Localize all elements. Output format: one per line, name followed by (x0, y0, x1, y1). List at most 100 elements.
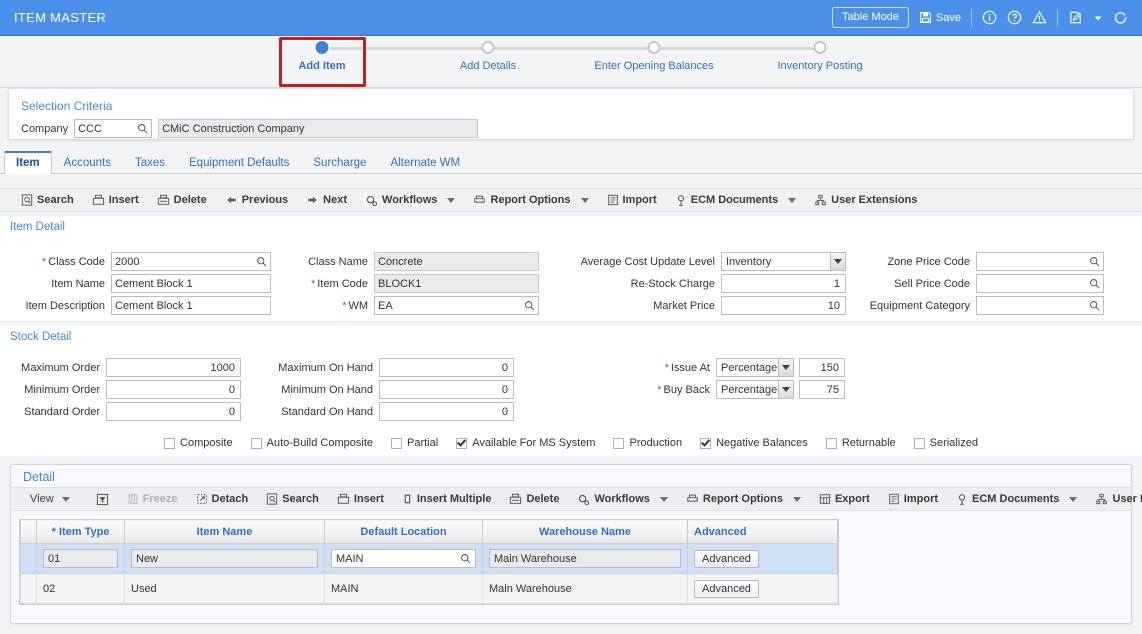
advanced-button[interactable]: Advanced (694, 579, 759, 598)
cell-item-name[interactable]: Used (124, 573, 325, 604)
checkbox-box-icon[interactable] (164, 437, 176, 449)
column-header-item-name[interactable]: Item Name (124, 519, 325, 544)
chevron-down-icon[interactable] (778, 381, 793, 398)
chevron-down-icon[interactable] (659, 496, 668, 502)
default-location-input[interactable]: MAIN (331, 549, 476, 568)
table-mode-button[interactable]: Table Mode (832, 6, 909, 29)
detail-report-options-button[interactable]: Report Options (677, 491, 810, 507)
minimum-on-hand-input[interactable]: 0 (379, 380, 514, 399)
tab-taxes[interactable]: Taxes (123, 152, 177, 174)
chevron-down-icon[interactable] (61, 496, 70, 502)
column-header-item-type[interactable]: * Item Type (36, 519, 125, 544)
cell-item-name[interactable]: New (124, 543, 325, 574)
train-step-inventory-posting[interactable]: Inventory Posting (745, 40, 895, 72)
detail-insert-multiple-button[interactable]: Insert Multiple (393, 491, 501, 507)
toolbar-previous-button[interactable]: Previous (216, 192, 297, 208)
toolbar-delete-button[interactable]: Delete (148, 192, 216, 208)
checkbox-box-checked-icon[interactable] (700, 437, 712, 449)
maximum-on-hand-input[interactable]: 0 (379, 358, 514, 377)
cell-warehouse-name[interactable]: Main Warehouse (482, 543, 688, 574)
column-header-default-location[interactable]: Default Location (324, 519, 483, 544)
item-name-input[interactable]: New (131, 549, 318, 568)
toolbar-insert-button[interactable]: Insert (83, 192, 148, 208)
chevron-down-icon[interactable] (1069, 496, 1078, 502)
edit-icon[interactable] (1068, 10, 1083, 25)
chevron-down-icon[interactable] (447, 197, 456, 203)
detail-ecm-documents-button[interactable]: ECM Documents (947, 491, 1086, 508)
toolbar-search-button[interactable]: Search (12, 192, 83, 208)
tab-accounts[interactable]: Accounts (52, 152, 123, 174)
issue-at-mode-select[interactable]: Percentage (716, 358, 794, 377)
search-icon[interactable] (1086, 256, 1100, 267)
detail-workflows-button[interactable]: Workflows (568, 491, 676, 508)
search-icon[interactable] (521, 300, 535, 311)
checkbox-auto-build-composite[interactable]: Auto-Build Composite (250, 437, 373, 449)
chevron-down-icon[interactable] (830, 253, 845, 270)
checkbox-composite[interactable]: Composite (164, 437, 233, 449)
detail-delete-button[interactable]: Delete (500, 491, 568, 507)
search-icon[interactable] (1086, 278, 1100, 289)
toolbar-ecm-documents-button[interactable]: ECM Documents (666, 192, 805, 209)
detail-insert-button[interactable]: Insert (328, 491, 393, 507)
cell-advanced[interactable]: Advanced (687, 573, 838, 604)
detail-filter-button[interactable] (87, 491, 118, 508)
train-step-add-item[interactable]: Add Item (247, 40, 397, 72)
toolbar-next-button[interactable]: Next (297, 192, 356, 208)
maximum-order-input[interactable]: 1000 (106, 358, 241, 377)
cell-warehouse-name[interactable]: Main Warehouse (482, 573, 688, 604)
table-row[interactable]: 01 New MAIN Main Warehouse Advanced (20, 543, 838, 574)
detail-detach-button[interactable]: Detach (187, 491, 258, 507)
search-icon[interactable] (134, 123, 148, 134)
detail-view-button[interactable]: View (21, 491, 79, 507)
cell-default-location[interactable]: MAIN (324, 573, 483, 604)
checkbox-returnable[interactable]: Returnable (825, 437, 896, 449)
column-header-advanced[interactable]: Advanced (687, 519, 838, 544)
checkbox-box-icon[interactable] (391, 437, 402, 449)
issue-at-value-input[interactable]: 150 (799, 358, 845, 377)
checkbox-negative-balances[interactable]: Negative Balances (700, 437, 808, 449)
checkbox-available-for-ms-system[interactable]: Available For MS System (456, 437, 595, 449)
cell-item-type[interactable]: 02 (36, 573, 125, 604)
detail-import-button[interactable]: Import (879, 491, 947, 507)
train-step-enter-opening-balances[interactable]: Enter Opening Balances (579, 40, 729, 72)
checkbox-box-icon[interactable] (913, 437, 925, 449)
checkbox-partial[interactable]: Partial (391, 437, 438, 449)
search-icon[interactable] (457, 553, 471, 564)
info-icon[interactable] (982, 10, 997, 25)
cell-default-location[interactable]: MAIN (324, 543, 483, 574)
class-code-input[interactable]: 2000 (111, 252, 271, 271)
toolbar-report-options-button[interactable]: Report Options (464, 192, 597, 208)
tab-surcharge[interactable]: Surcharge (301, 152, 378, 174)
minimum-order-input[interactable]: 0 (106, 380, 241, 399)
row-selector-cell[interactable] (20, 543, 37, 574)
toolbar-workflows-button[interactable]: Workflows (356, 192, 464, 209)
help-icon[interactable] (1007, 10, 1022, 25)
chevron-down-icon[interactable] (580, 197, 589, 203)
market-price-input[interactable]: 10 (721, 296, 846, 315)
restock-charge-input[interactable]: 1 (721, 274, 846, 293)
zone-price-code-input[interactable] (976, 252, 1104, 271)
wm-input[interactable]: EA (374, 296, 539, 315)
warning-icon[interactable] (1032, 10, 1047, 25)
row-selector-cell[interactable] (20, 573, 37, 604)
equipment-category-input[interactable] (976, 296, 1104, 315)
column-header-warehouse-name[interactable]: Warehouse Name (482, 519, 688, 544)
item-description-input[interactable]: Cement Block 1 (111, 296, 271, 315)
checkbox-box-icon[interactable] (250, 437, 262, 449)
company-code-input[interactable]: CCC (74, 119, 153, 138)
tab-equipment-defaults[interactable]: Equipment Defaults (177, 152, 301, 174)
sell-price-code-input[interactable] (976, 274, 1104, 293)
checkbox-box-checked-icon[interactable] (456, 437, 468, 449)
tab-item[interactable]: Item (4, 151, 52, 174)
table-row[interactable]: 02 Used MAIN Main Warehouse Advanced (20, 573, 838, 604)
checkbox-serialized[interactable]: Serialized (913, 437, 978, 449)
dropdown-caret-icon[interactable] (1093, 13, 1103, 23)
toolbar-import-button[interactable]: Import (598, 192, 666, 208)
detail-export-button[interactable]: Export (810, 491, 879, 507)
cell-item-type[interactable]: 01 (36, 543, 125, 574)
standard-on-hand-input[interactable]: 0 (379, 402, 514, 421)
avg-cost-update-level-select[interactable]: Inventory (721, 252, 846, 271)
detail-user-extensions-button[interactable]: User Extensions (1086, 491, 1142, 507)
chevron-down-icon[interactable] (788, 197, 797, 203)
cell-advanced[interactable]: Advanced (687, 543, 838, 574)
